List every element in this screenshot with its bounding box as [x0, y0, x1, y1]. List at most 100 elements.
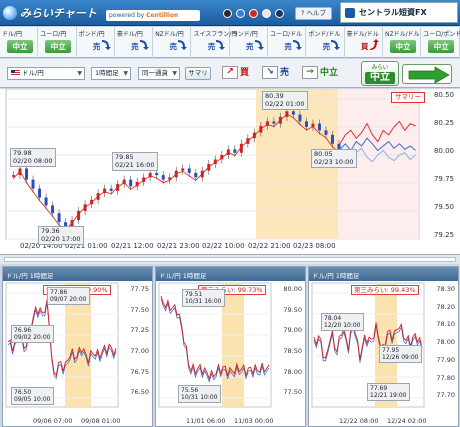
y-tick: 79.00 [283, 326, 302, 335]
arrow-right-icon: → [302, 66, 318, 79]
ticker-pair-label: ユーロ/ポンド [423, 31, 460, 38]
callout-time: 02/21 16:00 [115, 160, 155, 169]
theme-dot-5[interactable] [275, 9, 284, 18]
price-callout: 79.85 02/21 16:00 [112, 152, 158, 171]
ticker-item[interactable]: ユーロ/円 中立 [38, 27, 77, 58]
ticker-pair-label: ユーロ/円 [40, 31, 67, 38]
candle-body [304, 121, 308, 127]
mode-select[interactable]: 同一通貨 ▼ [138, 67, 180, 80]
theme-dot-1[interactable] [223, 9, 232, 18]
theme-dot-4[interactable] [262, 9, 271, 18]
price-callout: 80.05 02/23 10:00 [311, 149, 357, 168]
candle-body [44, 197, 48, 206]
ticker-pair-label: NZドル/ドル [384, 31, 420, 38]
mirai-subchart-2[interactable]: ドル/円 1時間足 第二みらい: 99.73% 80.00 79.50 79.00 78.… [155, 266, 306, 427]
y-tick: 77.00 [130, 347, 149, 355]
ticker-item[interactable]: 豪ドル/円売 [115, 27, 154, 58]
ticker-item[interactable]: ポンド/円売 [77, 27, 115, 58]
ticker-item[interactable]: 豪ドル/ドル買 [345, 27, 383, 58]
ticker-item[interactable]: スイスフラン/円売 [191, 27, 237, 58]
arrow-down-icon [139, 40, 149, 50]
x-tick: 09/08 01:00 [81, 417, 121, 425]
y-tick: 77.70 [436, 391, 455, 400]
ticker-item[interactable]: ドル/円 中立 [0, 27, 39, 58]
candle-body [109, 188, 113, 191]
x-tick: 12/22 08:00 [339, 417, 379, 425]
y-tick: 79.75 [433, 175, 454, 183]
callout-price: 77.69 [370, 385, 388, 392]
subchart-title: ドル/円 1時間足 [159, 272, 207, 280]
us-flag-icon [11, 70, 20, 76]
theme-dot-2[interactable] [236, 9, 245, 18]
candle-body [57, 213, 61, 223]
y-tick: 78.50 [283, 347, 302, 355]
powered-by-badge: powered by Centillion [106, 10, 200, 21]
y-tick: 79.25 [433, 231, 454, 239]
y-tick: 77.50 [283, 388, 302, 397]
help-button[interactable]: ? ヘルプ [295, 7, 332, 20]
pair-select[interactable]: ドル/円 ▼ [7, 67, 85, 80]
mirai-forecast-badge[interactable]: みらい 中立 [361, 61, 399, 86]
callout-price: 75.56 [181, 387, 199, 394]
candle-body [194, 172, 198, 178]
candle-body [31, 179, 35, 189]
price-callout: 77.69 12/21 19:00 [367, 383, 410, 401]
callout-time: 10/31 10:00 [181, 394, 218, 401]
candle-body [272, 121, 276, 124]
ticker-pair-label: ユーロ/ドル [270, 31, 303, 38]
callout-time: 09/05 10:00 [14, 396, 51, 403]
callout-time: 02/20 17:00 [41, 234, 81, 243]
candle-body [25, 168, 29, 180]
ticker-item[interactable]: ポンド/ドル売 [306, 27, 345, 58]
candle-body [317, 123, 321, 131]
powered-by-brand: Centillion [146, 12, 179, 19]
arrow-down-icon: ↘ [262, 66, 278, 79]
x-tick: 02/22 10:00 [202, 242, 245, 250]
ticker-item[interactable]: NZドル/ドル 中立 [383, 27, 422, 58]
candle-body [291, 111, 295, 115]
x-tick: 12/24 02:00 [387, 417, 427, 425]
app-logo[interactable]: みらいチャート [3, 3, 103, 22]
y-tick: 76.50 [130, 388, 149, 397]
scrollbar-track[interactable] [4, 257, 456, 262]
mirai-subchart-3[interactable]: ドル/円 1時間足 第三みらい: 99.43% 78.30 78.20 78.10 78.… [308, 266, 459, 427]
summary-button[interactable]: サマリ [185, 67, 211, 80]
callout-price: 77.86 [50, 289, 68, 296]
main-chart[interactable]: 80.50 80.25 80.00 79.75 79.50 79.25 02/2… [0, 89, 460, 254]
ticker-item[interactable]: ユーロ/ポンド 中立 [421, 27, 460, 58]
buy-signal-legend: ↗ 買 [222, 64, 260, 82]
callout-price: 79.51 [185, 291, 203, 298]
ticker-item[interactable]: NZドル/円売 [153, 27, 192, 58]
sell-signal-legend: ↘ 売 [262, 64, 296, 82]
candle-body [330, 134, 334, 144]
theme-dot-3[interactable] [249, 9, 258, 18]
callout-time: 12/26 09:00 [382, 354, 419, 361]
chart-scrollbar[interactable] [0, 254, 460, 264]
subchart-title: ドル/円 1時間足 [6, 272, 54, 280]
ticker-item[interactable]: ランド/円売 [230, 27, 269, 58]
period-select[interactable]: 1時間足 ▼ [91, 67, 131, 80]
sell-label: 売 [280, 68, 290, 78]
logo-globe-icon [3, 5, 17, 20]
x-tick: 11/01 06:00 [186, 417, 226, 425]
callout-time: 10/31 16:00 [185, 298, 222, 305]
callout-time: 02/20 08:00 [13, 156, 53, 165]
candle-body [181, 168, 185, 171]
candle-body [38, 188, 42, 198]
callout-time: 09/02 20:00 [14, 334, 51, 341]
broker-logo[interactable]: セントラル短資FX [340, 2, 458, 23]
forecast-direction-arrow [402, 64, 452, 84]
subchart-header: ドル/円 1時間足 [309, 267, 458, 281]
summary-tag[interactable]: サマリー [391, 92, 425, 103]
ticker-pair-label: NZドル/円 [155, 31, 184, 38]
ticker-pair-label: ポンド/円 [78, 31, 105, 38]
candle-body [161, 175, 165, 180]
y-tick: 77.80 [436, 373, 455, 382]
mirai-match-label: 第三みらい: 99.43% [351, 285, 419, 295]
y-tick: 78.00 [436, 338, 455, 347]
ticker-item[interactable]: ユーロ/ドル売 [268, 27, 307, 58]
callout-price: 76.50 [14, 389, 32, 396]
mirai-subchart-1[interactable]: ドル/円 1時間足第一みらい: 99.90%77.7577.5077.2577.… [2, 266, 153, 427]
price-callout: 77.95 12/26 09:00 [379, 345, 422, 363]
theme-switcher [223, 9, 284, 18]
